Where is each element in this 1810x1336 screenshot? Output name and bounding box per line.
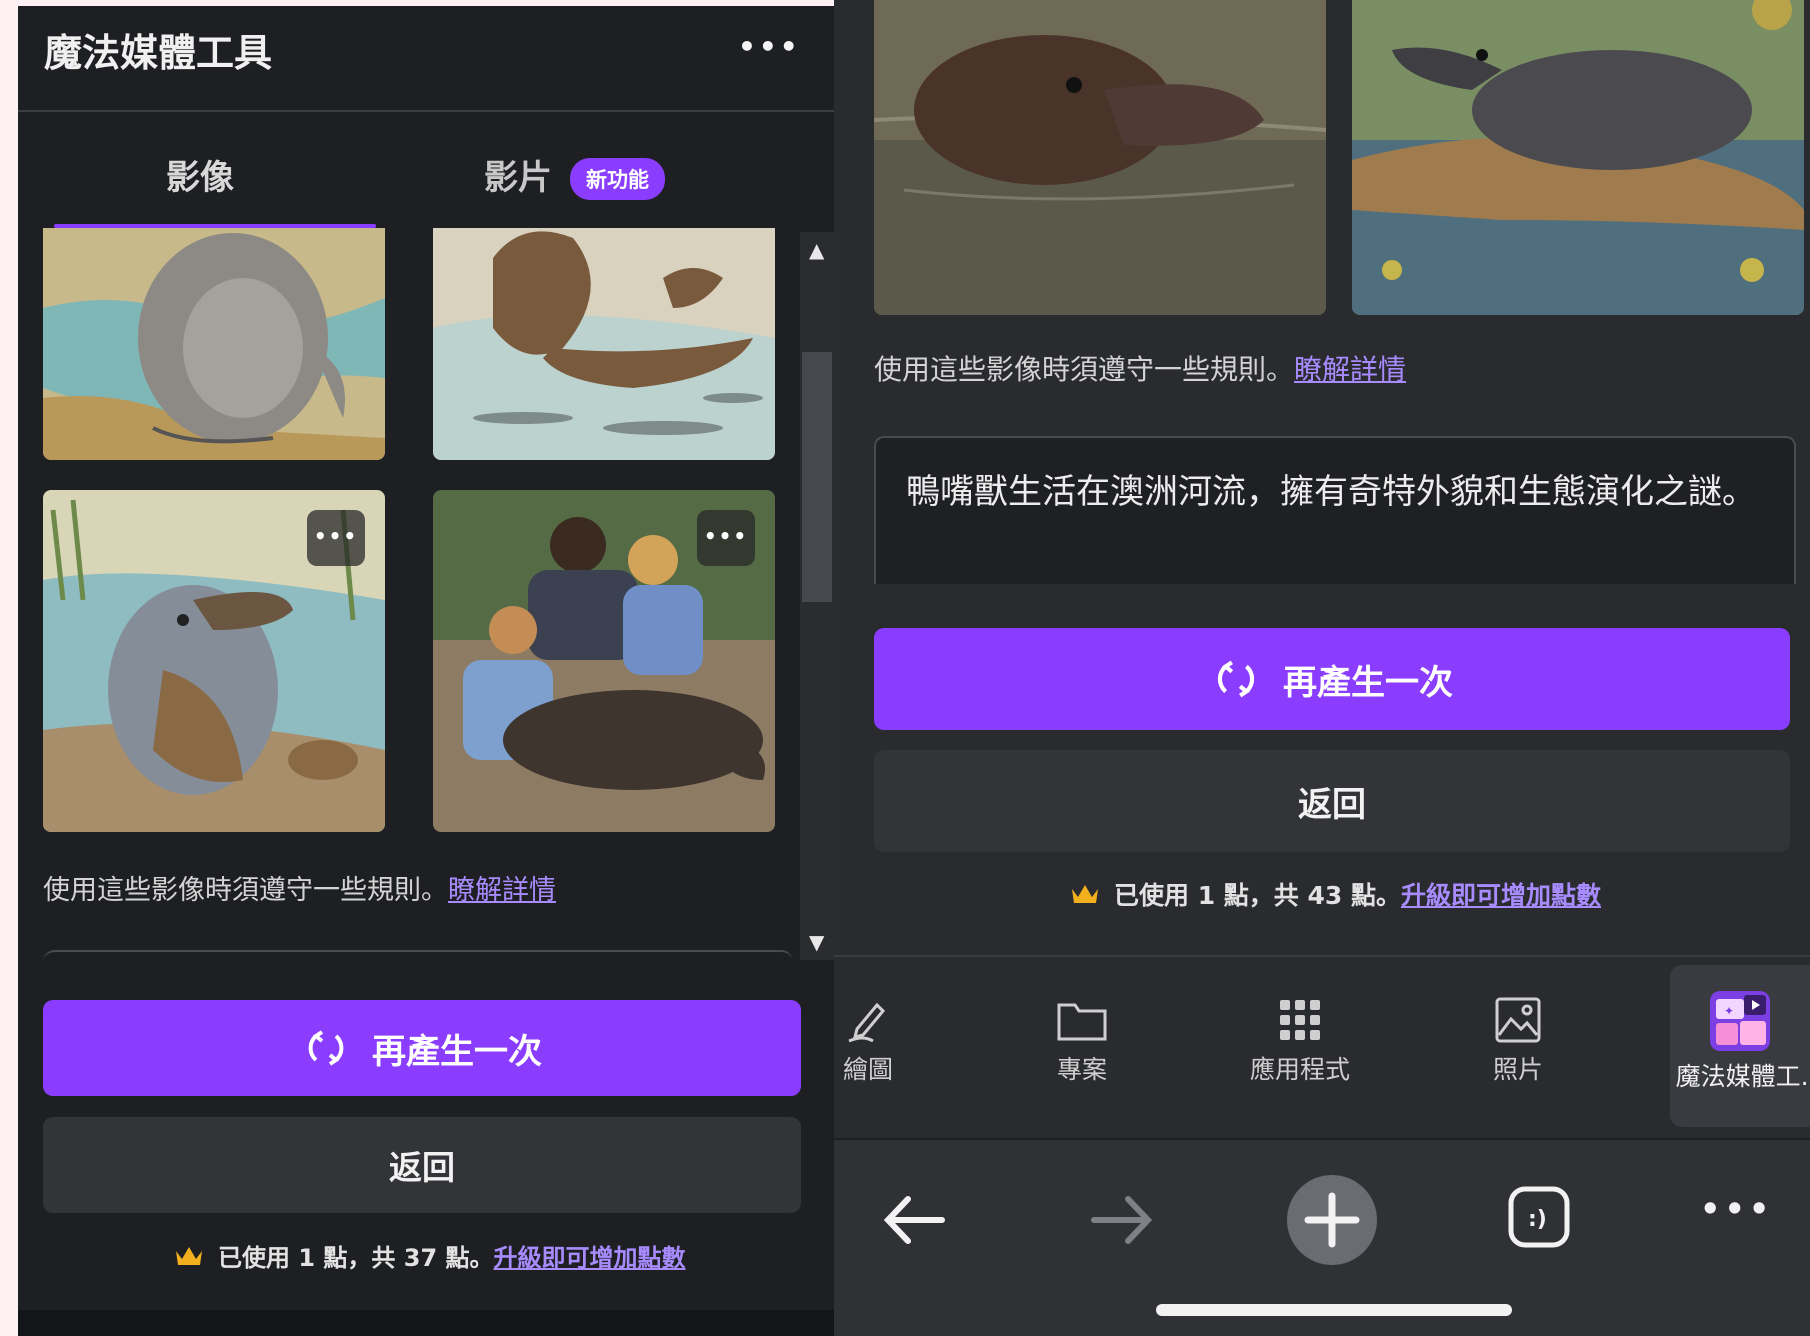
rules-text: 使用這些影像時須遵守一些規則。 <box>43 875 448 906</box>
crown-icon <box>1072 885 1098 903</box>
regenerate-label: 再產生一次 <box>372 1031 542 1072</box>
credits-usage: 已使用 1 點，共 37 點。升級即可增加點數 <box>174 1238 686 1273</box>
nav-item-photos[interactable]: 照片 <box>1448 990 1588 1086</box>
new-feature-badge: 新功能 <box>570 158 665 200</box>
usage-rules-note: 使用這些影像時須遵守一些規則。瞭解詳情 <box>43 868 556 907</box>
nav-item-apps[interactable]: 應用程式 <box>1230 990 1370 1086</box>
browser-more-button[interactable]: ••• <box>1700 1190 1773 1228</box>
regenerate-icon <box>1217 660 1255 698</box>
nav-label: 專案 <box>1056 1055 1107 1084</box>
result-image-2[interactable] <box>433 228 775 460</box>
more-options-button[interactable]: ••• <box>738 30 801 63</box>
nav-label: 魔法媒體工... <box>1675 1062 1810 1091</box>
regenerate-icon <box>308 1030 344 1066</box>
nav-label: 應用程式 <box>1249 1055 1350 1084</box>
nav-label: 繪圖 <box>842 1055 893 1084</box>
regenerate-button[interactable]: 再產生一次 <box>43 1000 801 1096</box>
back-label: 返回 <box>1298 784 1366 825</box>
nav-divider <box>834 955 1810 957</box>
prompt-text-box[interactable]: 鴨嘴獸生活在澳洲河流，擁有奇特外貌和生態演化之謎。 <box>874 436 1796 584</box>
regenerate-label: 再產生一次 <box>1283 662 1453 703</box>
upgrade-link[interactable]: 升級即可增加點數 <box>1401 881 1601 910</box>
magic-media-icon: ✦ <box>1710 991 1770 1051</box>
scroll-down-arrow-icon[interactable]: ▼ <box>809 930 824 954</box>
result-image-3[interactable]: ••• <box>43 490 385 832</box>
nav-item-magic-media[interactable]: ✦ 魔法媒體工... <box>1670 985 1810 1093</box>
header-divider <box>18 110 834 112</box>
toolbar-divider <box>834 1138 1810 1140</box>
new-tab-plus-icon[interactable] <box>1286 1174 1378 1266</box>
back-button[interactable]: 返回 <box>43 1117 801 1213</box>
back-label: 返回 <box>389 1148 455 1187</box>
home-indicator <box>1156 1304 1512 1316</box>
nav-label: 照片 <box>1492 1055 1543 1084</box>
draw-icon <box>848 1002 886 1043</box>
back-arrow-icon[interactable] <box>882 1193 946 1247</box>
upgrade-link[interactable]: 升級即可增加點數 <box>494 1244 686 1272</box>
forward-arrow-icon[interactable] <box>1090 1193 1154 1247</box>
left-panel: 魔法媒體工具 ••• 影像 影片 新功能 ••• ••• 使用這些影像時須遵守一… <box>18 0 834 1336</box>
scroll-up-arrow-icon[interactable]: ▲ <box>809 238 824 262</box>
svg-text:✦: ✦ <box>1724 1004 1734 1018</box>
learn-more-link[interactable]: 瞭解詳情 <box>448 875 556 906</box>
top-strip <box>18 0 834 6</box>
result-image-4[interactable]: ••• <box>433 490 775 832</box>
prompt-text: 鴨嘴獸生活在澳洲河流，擁有奇特外貌和生態演化之謎。 <box>906 472 1756 512</box>
panel-title: 魔法媒體工具 <box>44 31 273 75</box>
tab-images[interactable]: 影像 <box>166 150 234 199</box>
regenerate-button-right[interactable]: 再產生一次 <box>874 628 1790 730</box>
back-button-right[interactable]: 返回 <box>874 750 1790 852</box>
credits-usage-right: 已使用 1 點，共 43 點。升級即可增加點數 <box>1070 876 1601 912</box>
tabs-smile-icon[interactable]: :) <box>1508 1186 1570 1248</box>
prompt-box-edge <box>43 950 793 962</box>
apps-grid-icon <box>1280 1000 1320 1040</box>
nav-item-draw[interactable]: 繪圖 <box>834 990 938 1086</box>
credits-text: 已使用 1 點，共 37 點。 <box>218 1244 494 1272</box>
learn-more-link[interactable]: 瞭解詳情 <box>1294 353 1406 386</box>
result-image-6[interactable] <box>1352 0 1804 315</box>
rules-text: 使用這些影像時須遵守一些規則。 <box>874 353 1295 386</box>
results-scroll-area[interactable]: ••• ••• 使用這些影像時須遵守一些規則。瞭解詳情 <box>18 228 794 958</box>
photo-icon <box>1495 997 1541 1043</box>
folder-icon <box>1057 1003 1107 1041</box>
scrollbar-thumb[interactable] <box>802 352 832 602</box>
svg-text::): :) <box>1528 1207 1547 1232</box>
bottom-strip <box>18 1310 834 1336</box>
tab-videos[interactable]: 影片 <box>484 150 552 199</box>
nav-item-projects[interactable]: 專案 <box>1012 990 1152 1086</box>
vertical-scrollbar[interactable]: ▲ ▼ <box>800 232 834 960</box>
right-panel: 使用這些影像時須遵守一些規則。瞭解詳情 鴨嘴獸生活在澳洲河流，擁有奇特外貌和生態… <box>834 0 1810 1336</box>
image-menu-button[interactable]: ••• <box>307 510 365 566</box>
result-image-1[interactable] <box>43 228 385 460</box>
usage-rules-note-right: 使用這些影像時須遵守一些規則。瞭解詳情 <box>874 348 1406 388</box>
crown-icon <box>176 1246 202 1265</box>
image-menu-button[interactable]: ••• <box>697 510 755 566</box>
result-image-5[interactable] <box>874 0 1326 315</box>
credits-text: 已使用 1 點，共 43 點。 <box>1114 881 1402 910</box>
